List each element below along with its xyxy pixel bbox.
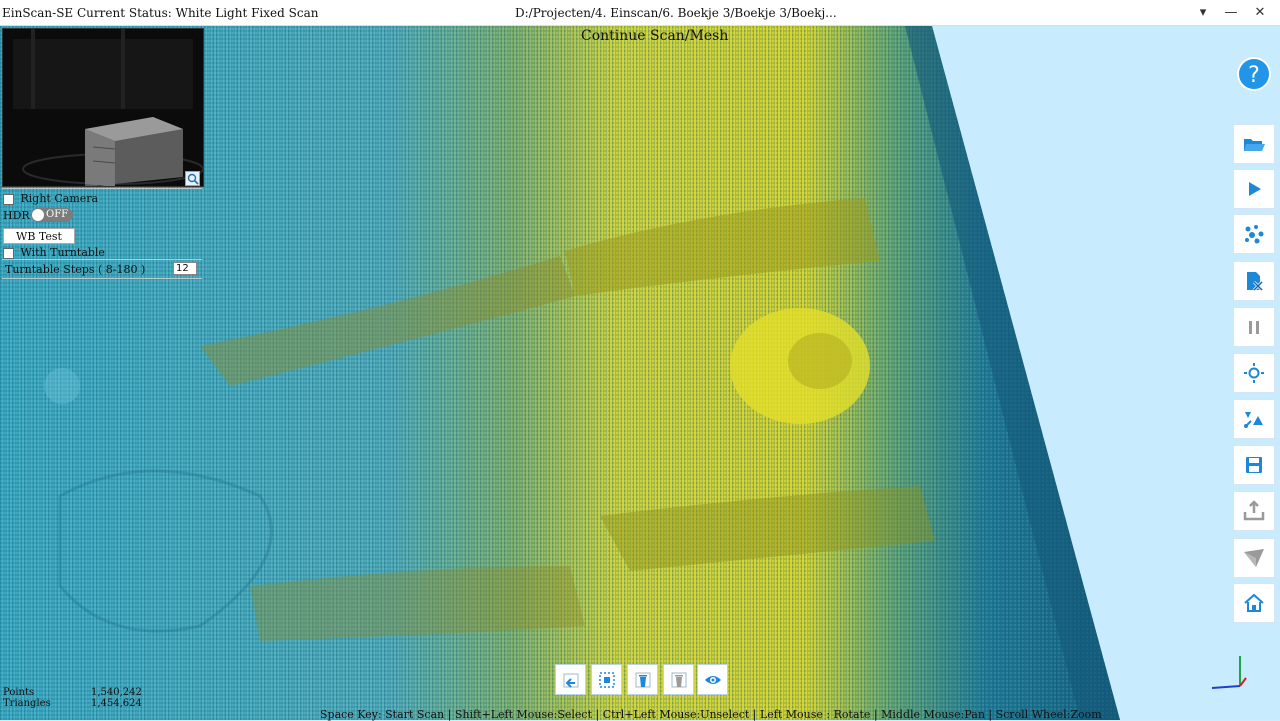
- camera-preview: [2, 28, 204, 187]
- export-icon: [1243, 500, 1265, 521]
- open-project-button[interactable]: [1233, 124, 1275, 164]
- title-bar: EinScan-SE Current Status: White Light F…: [0, 0, 1280, 26]
- brightness-button[interactable]: [1233, 353, 1275, 393]
- turntable-steps-label: Turntable Steps ( 8-180 ): [5, 263, 146, 276]
- panel-divider: [2, 259, 202, 260]
- triangles-stat: Triangles 1,454,624: [3, 698, 142, 709]
- save-button[interactable]: [1233, 445, 1275, 485]
- minimize-button[interactable]: —: [1220, 2, 1242, 24]
- visibility-icon: [704, 675, 721, 684]
- align-icon: [1244, 412, 1263, 428]
- wb-test-button[interactable]: WB Test: [3, 228, 75, 244]
- continue-scan-mesh-label[interactable]: Continue Scan/Mesh: [581, 28, 728, 44]
- turntable-steps-input[interactable]: 12: [173, 262, 197, 275]
- select-region-icon: [598, 671, 615, 688]
- clear-icon: [671, 672, 686, 687]
- undo-icon: [563, 673, 578, 688]
- right-camera-option[interactable]: Right Camera: [3, 192, 98, 205]
- delete-scan-button[interactable]: [1233, 261, 1275, 301]
- pause-icon: [1249, 321, 1259, 334]
- points-stat: Points 1,540,242: [3, 687, 142, 698]
- delete-scan-icon: [1247, 272, 1264, 292]
- visibility-button[interactable]: [697, 664, 728, 695]
- save-icon: [1246, 457, 1262, 473]
- undo-button[interactable]: [555, 664, 586, 695]
- help-button[interactable]: ?: [1237, 57, 1271, 91]
- pause-scan-button[interactable]: [1233, 307, 1275, 347]
- panel-divider: [2, 278, 202, 279]
- play-icon: [1249, 182, 1261, 196]
- with-turntable-label: With Turntable: [20, 246, 105, 259]
- hdr-toggle[interactable]: OFF: [31, 208, 73, 222]
- panel-divider: [2, 188, 202, 189]
- home-view-button[interactable]: [1233, 583, 1275, 623]
- points-value: 1,540,242: [91, 687, 142, 698]
- right-camera-checkbox[interactable]: [3, 193, 14, 205]
- hdr-label: HDR: [3, 209, 30, 222]
- with-turntable-option[interactable]: With Turntable: [3, 246, 105, 259]
- hdr-toggle-label: OFF: [46, 209, 69, 220]
- app-title: EinScan-SE Current Status: White Light F…: [2, 6, 319, 20]
- close-button[interactable]: ✕: [1249, 2, 1271, 24]
- export-button[interactable]: [1233, 491, 1275, 531]
- axis-gizmo: [1211, 656, 1247, 689]
- folder-open-icon: [1244, 139, 1265, 151]
- align-button[interactable]: [1233, 399, 1275, 439]
- right-camera-label: Right Camera: [20, 192, 99, 205]
- window-dropdown-button[interactable]: ▾: [1192, 2, 1214, 24]
- shortcut-hint: Space Key: Start Scan | Shift+Left Mouse…: [320, 708, 1102, 721]
- clear-button[interactable]: [663, 664, 694, 695]
- file-path: D:/Projecten/4. Einscan/6. Boekje 3/Boek…: [515, 6, 837, 20]
- triangles-label: Triangles: [3, 698, 51, 709]
- delete-selection-button[interactable]: [627, 664, 658, 695]
- measure-icon: [1244, 549, 1264, 567]
- point-cloud-button[interactable]: [1233, 214, 1275, 254]
- delete-selection-icon: [635, 672, 650, 687]
- home-icon: [1244, 593, 1264, 612]
- camera-preview-image: [3, 29, 203, 186]
- triangles-value: 1,454,624: [91, 698, 142, 709]
- magnifier-icon: [187, 173, 199, 185]
- point-cloud-icon: [1245, 225, 1264, 244]
- measure-button[interactable]: [1233, 538, 1275, 578]
- with-turntable-checkbox[interactable]: [3, 247, 14, 259]
- start-scan-button[interactable]: [1233, 169, 1275, 209]
- toggle-knob: [32, 209, 44, 221]
- select-region-button[interactable]: [591, 664, 622, 695]
- points-label: Points: [3, 687, 35, 698]
- brightness-icon: [1244, 363, 1264, 383]
- preview-zoom-button[interactable]: [185, 171, 200, 186]
